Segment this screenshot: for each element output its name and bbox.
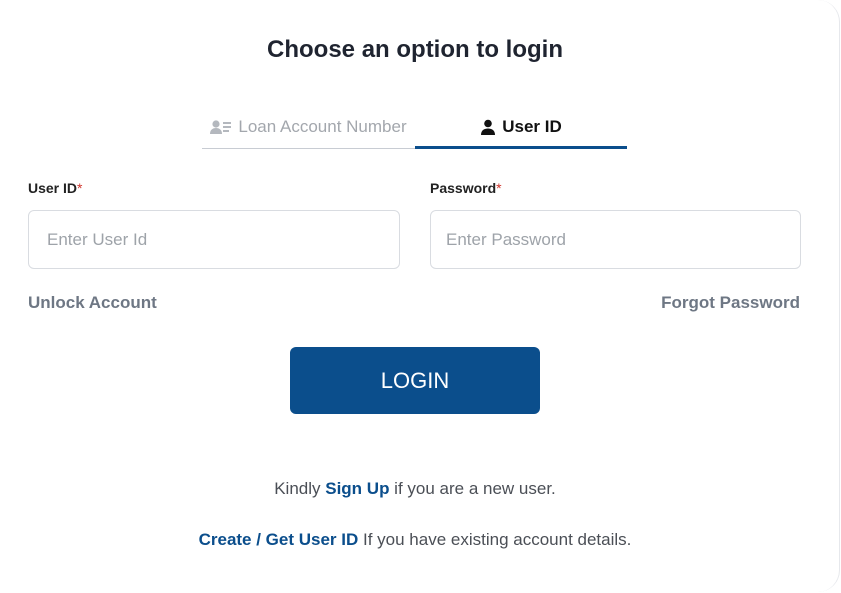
password-label: Password* [430, 180, 502, 196]
create-userid-line: Create / Get User ID If you have existin… [0, 530, 830, 550]
signup-line: Kindly Sign Up if you are a new user. [0, 479, 830, 499]
signup-post: if you are a new user. [389, 479, 556, 498]
unlock-account-link[interactable]: Unlock Account [28, 293, 157, 313]
tab-loan-label: Loan Account Number [238, 117, 407, 136]
tab-user-id[interactable]: User ID [415, 106, 627, 149]
page-title: Choose an option to login [267, 36, 563, 63]
login-button[interactable]: LOGIN [290, 347, 540, 414]
required-marker: * [496, 180, 502, 196]
login-card: Choose an option to login Loan Account N… [0, 0, 840, 592]
signup-link[interactable]: Sign Up [325, 479, 389, 498]
tab-user-label: User ID [502, 117, 562, 136]
login-option-tabs: Loan Account Number User ID [202, 106, 627, 149]
forgot-password-link[interactable]: Forgot Password [661, 293, 800, 313]
password-label-text: Password [430, 180, 497, 196]
signup-pre: Kindly [274, 479, 326, 498]
create-post: If you have existing account details. [358, 530, 632, 549]
required-marker: * [77, 180, 83, 196]
tab-loan-account-number[interactable]: Loan Account Number [202, 106, 415, 149]
user-icon [480, 119, 496, 135]
create-user-id-link[interactable]: Create / Get User ID [199, 530, 359, 549]
password-input[interactable] [430, 210, 801, 269]
userid-label-text: User ID [28, 180, 78, 196]
userid-input[interactable] [28, 210, 400, 269]
user-card-icon [210, 119, 232, 135]
userid-label: User ID* [28, 180, 82, 196]
